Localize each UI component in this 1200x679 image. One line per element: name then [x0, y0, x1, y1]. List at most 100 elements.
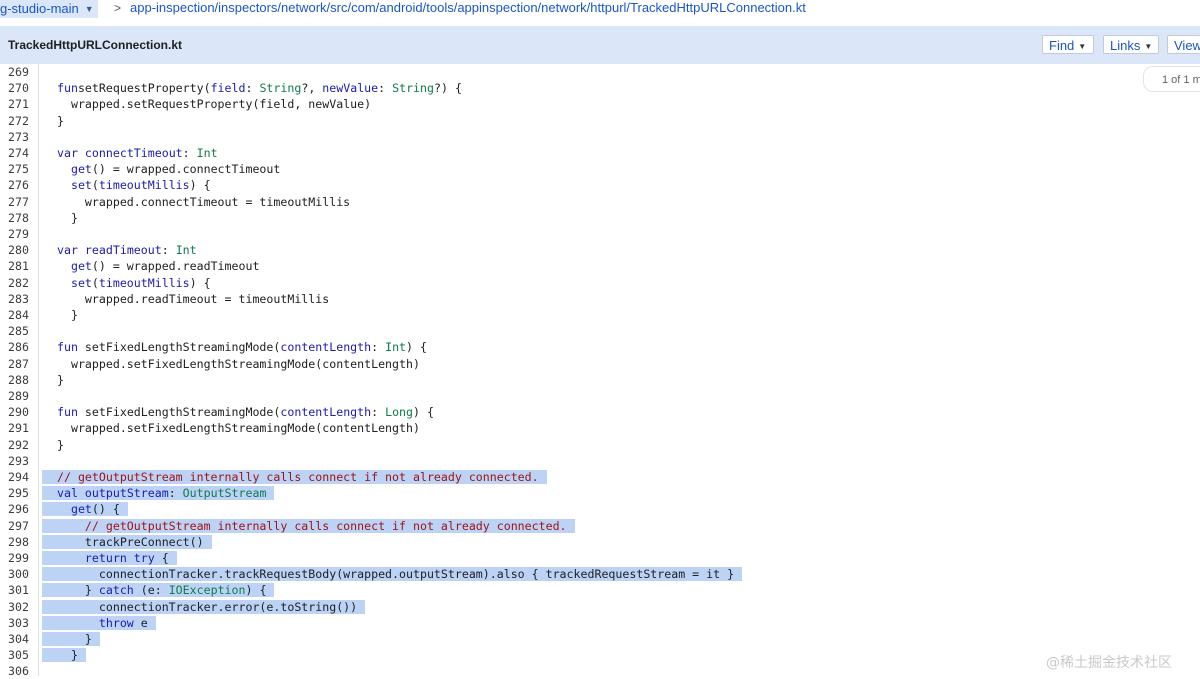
code-line: wrapped.setRequestProperty(field, newVal… [57, 96, 371, 112]
line-number[interactable]: 303 [8, 615, 38, 631]
code-token: newValue [322, 81, 379, 96]
line-number[interactable]: 292 [8, 437, 38, 453]
line-number[interactable]: 300 [8, 566, 38, 582]
find-match-count: 1 of 1 m [1143, 66, 1200, 92]
chevron-down-icon: ▼ [84, 4, 94, 14]
code-token: Int [196, 146, 218, 160]
code-line: val outputStream: OutputStream [42, 485, 275, 501]
line-number[interactable]: 270 [8, 80, 38, 96]
watermark: @稀土掘金技术社区 [1046, 655, 1172, 671]
line-number[interactable]: 293 [8, 453, 38, 469]
code-token: var [57, 243, 78, 258]
code-token: set [57, 178, 92, 193]
code-line: // getOutputStream internally calls conn… [42, 469, 547, 485]
code-line: } catch (e: IOException) { [42, 582, 275, 598]
line-number[interactable]: 269 [8, 64, 38, 80]
links-button[interactable]: Links ▼ [1103, 35, 1159, 54]
line-number[interactable]: 299 [8, 550, 38, 566]
line-number[interactable]: 301 [8, 582, 38, 598]
code-token: : [371, 340, 386, 355]
view-label: View [1174, 38, 1200, 53]
code-line: var readTimeout: Int [57, 242, 197, 258]
line-number[interactable]: 286 [8, 339, 38, 355]
code-token: : [182, 146, 197, 160]
code-token: contentLength [280, 340, 372, 355]
line-number[interactable]: 281 [8, 258, 38, 274]
code-token: contentLength [280, 405, 372, 420]
chevron-down-icon: ▼ [1078, 42, 1087, 51]
line-number[interactable]: 283 [8, 291, 38, 307]
code-token: () = wrapped.readTimeout [91, 259, 260, 274]
code-line: connectionTracker.error(e.toString()) [42, 599, 366, 615]
code-line: wrapped.readTimeout = timeoutMillis [57, 291, 329, 307]
code-token: fun [57, 81, 78, 96]
code-line: set(timeoutMillis) { [57, 275, 211, 291]
line-number[interactable]: 273 [8, 129, 38, 145]
breadcrumb-path-link[interactable]: app-inspection/inspectors/network/src/co… [130, 0, 806, 16]
line-number[interactable]: 287 [8, 356, 38, 372]
line-number[interactable]: 296 [8, 501, 38, 517]
code-token: get [57, 502, 92, 517]
code-token: OutputStream [182, 486, 267, 501]
branch-selector[interactable]: g-studio-main ▼ [0, 0, 98, 18]
line-number[interactable]: 284 [8, 307, 38, 323]
code-token: // getOutputStream internally calls conn… [57, 470, 539, 484]
line-number[interactable]: 291 [8, 420, 38, 436]
line-number[interactable]: 280 [8, 242, 38, 258]
code-token: readTimeout [77, 243, 162, 258]
line-number[interactable]: 304 [8, 631, 38, 647]
code-token: wrapped.setFixedLengthStreamingMode(cont… [57, 421, 420, 436]
code-token: } [57, 632, 92, 646]
line-number[interactable]: 271 [8, 96, 38, 112]
code-token: ?, [301, 81, 323, 96]
line-number[interactable]: 306 [8, 663, 38, 679]
line-number[interactable]: 288 [8, 372, 38, 388]
code-token: ) { [413, 405, 434, 420]
line-number[interactable]: 274 [8, 145, 38, 161]
line-number[interactable]: 277 [8, 194, 38, 210]
code-token: fun [57, 340, 78, 355]
code-line: throw e [42, 615, 156, 631]
line-number[interactable]: 285 [8, 323, 38, 339]
code-line: } [42, 631, 100, 647]
view-button[interactable]: View [1167, 35, 1200, 54]
code-token: } [57, 648, 78, 663]
line-number[interactable]: 289 [8, 388, 38, 404]
code-token: // getOutputStream internally calls conn… [57, 518, 567, 533]
line-number[interactable]: 295 [8, 485, 38, 501]
branch-label: g-studio-main [0, 1, 79, 16]
code-token: } [57, 113, 64, 128]
code-line: } [42, 647, 86, 663]
code-token: { [154, 551, 169, 565]
code-token: () = wrapped.connectTimeout [91, 162, 281, 177]
file-header: TrackedHttpURLConnection.kt Find ▼ Links ▼… [0, 26, 1200, 64]
line-number[interactable]: 302 [8, 599, 38, 615]
find-button[interactable]: Find ▼ [1042, 35, 1094, 54]
line-number[interactable]: 276 [8, 177, 38, 193]
line-number[interactable]: 294 [8, 469, 38, 485]
code-token: setRequestProperty( [77, 81, 211, 96]
code-token: } [57, 308, 78, 322]
code-token: connectTimeout [77, 146, 183, 160]
line-number[interactable]: 275 [8, 161, 38, 177]
code-token: ( [91, 178, 99, 193]
code-token: wrapped.setFixedLengthStreamingMode(cont… [57, 356, 420, 371]
code-token: () { [91, 502, 120, 517]
code-token: setFixedLengthStreamingMode( [77, 405, 281, 420]
line-number[interactable]: 305 [8, 647, 38, 663]
line-number[interactable]: 290 [8, 404, 38, 420]
code-token: ( [91, 275, 99, 290]
code-line: wrapped.setFixedLengthStreamingMode(cont… [57, 420, 420, 436]
line-number[interactable]: 282 [8, 275, 38, 291]
code-view: 269 270 funsetRequestProperty(field: Strin… [0, 64, 1200, 679]
line-number[interactable]: 297 [8, 518, 38, 534]
line-number[interactable]: 279 [8, 226, 38, 242]
code-token: throw [57, 615, 134, 630]
line-number[interactable]: 298 [8, 534, 38, 550]
line-number[interactable]: 278 [8, 210, 38, 226]
code-line: } [57, 307, 78, 323]
line-number[interactable]: 272 [8, 113, 38, 129]
code-token: connectionTracker.error(e.toString()) [57, 599, 358, 614]
code-token: var [57, 146, 78, 160]
code-token: get [57, 259, 92, 274]
